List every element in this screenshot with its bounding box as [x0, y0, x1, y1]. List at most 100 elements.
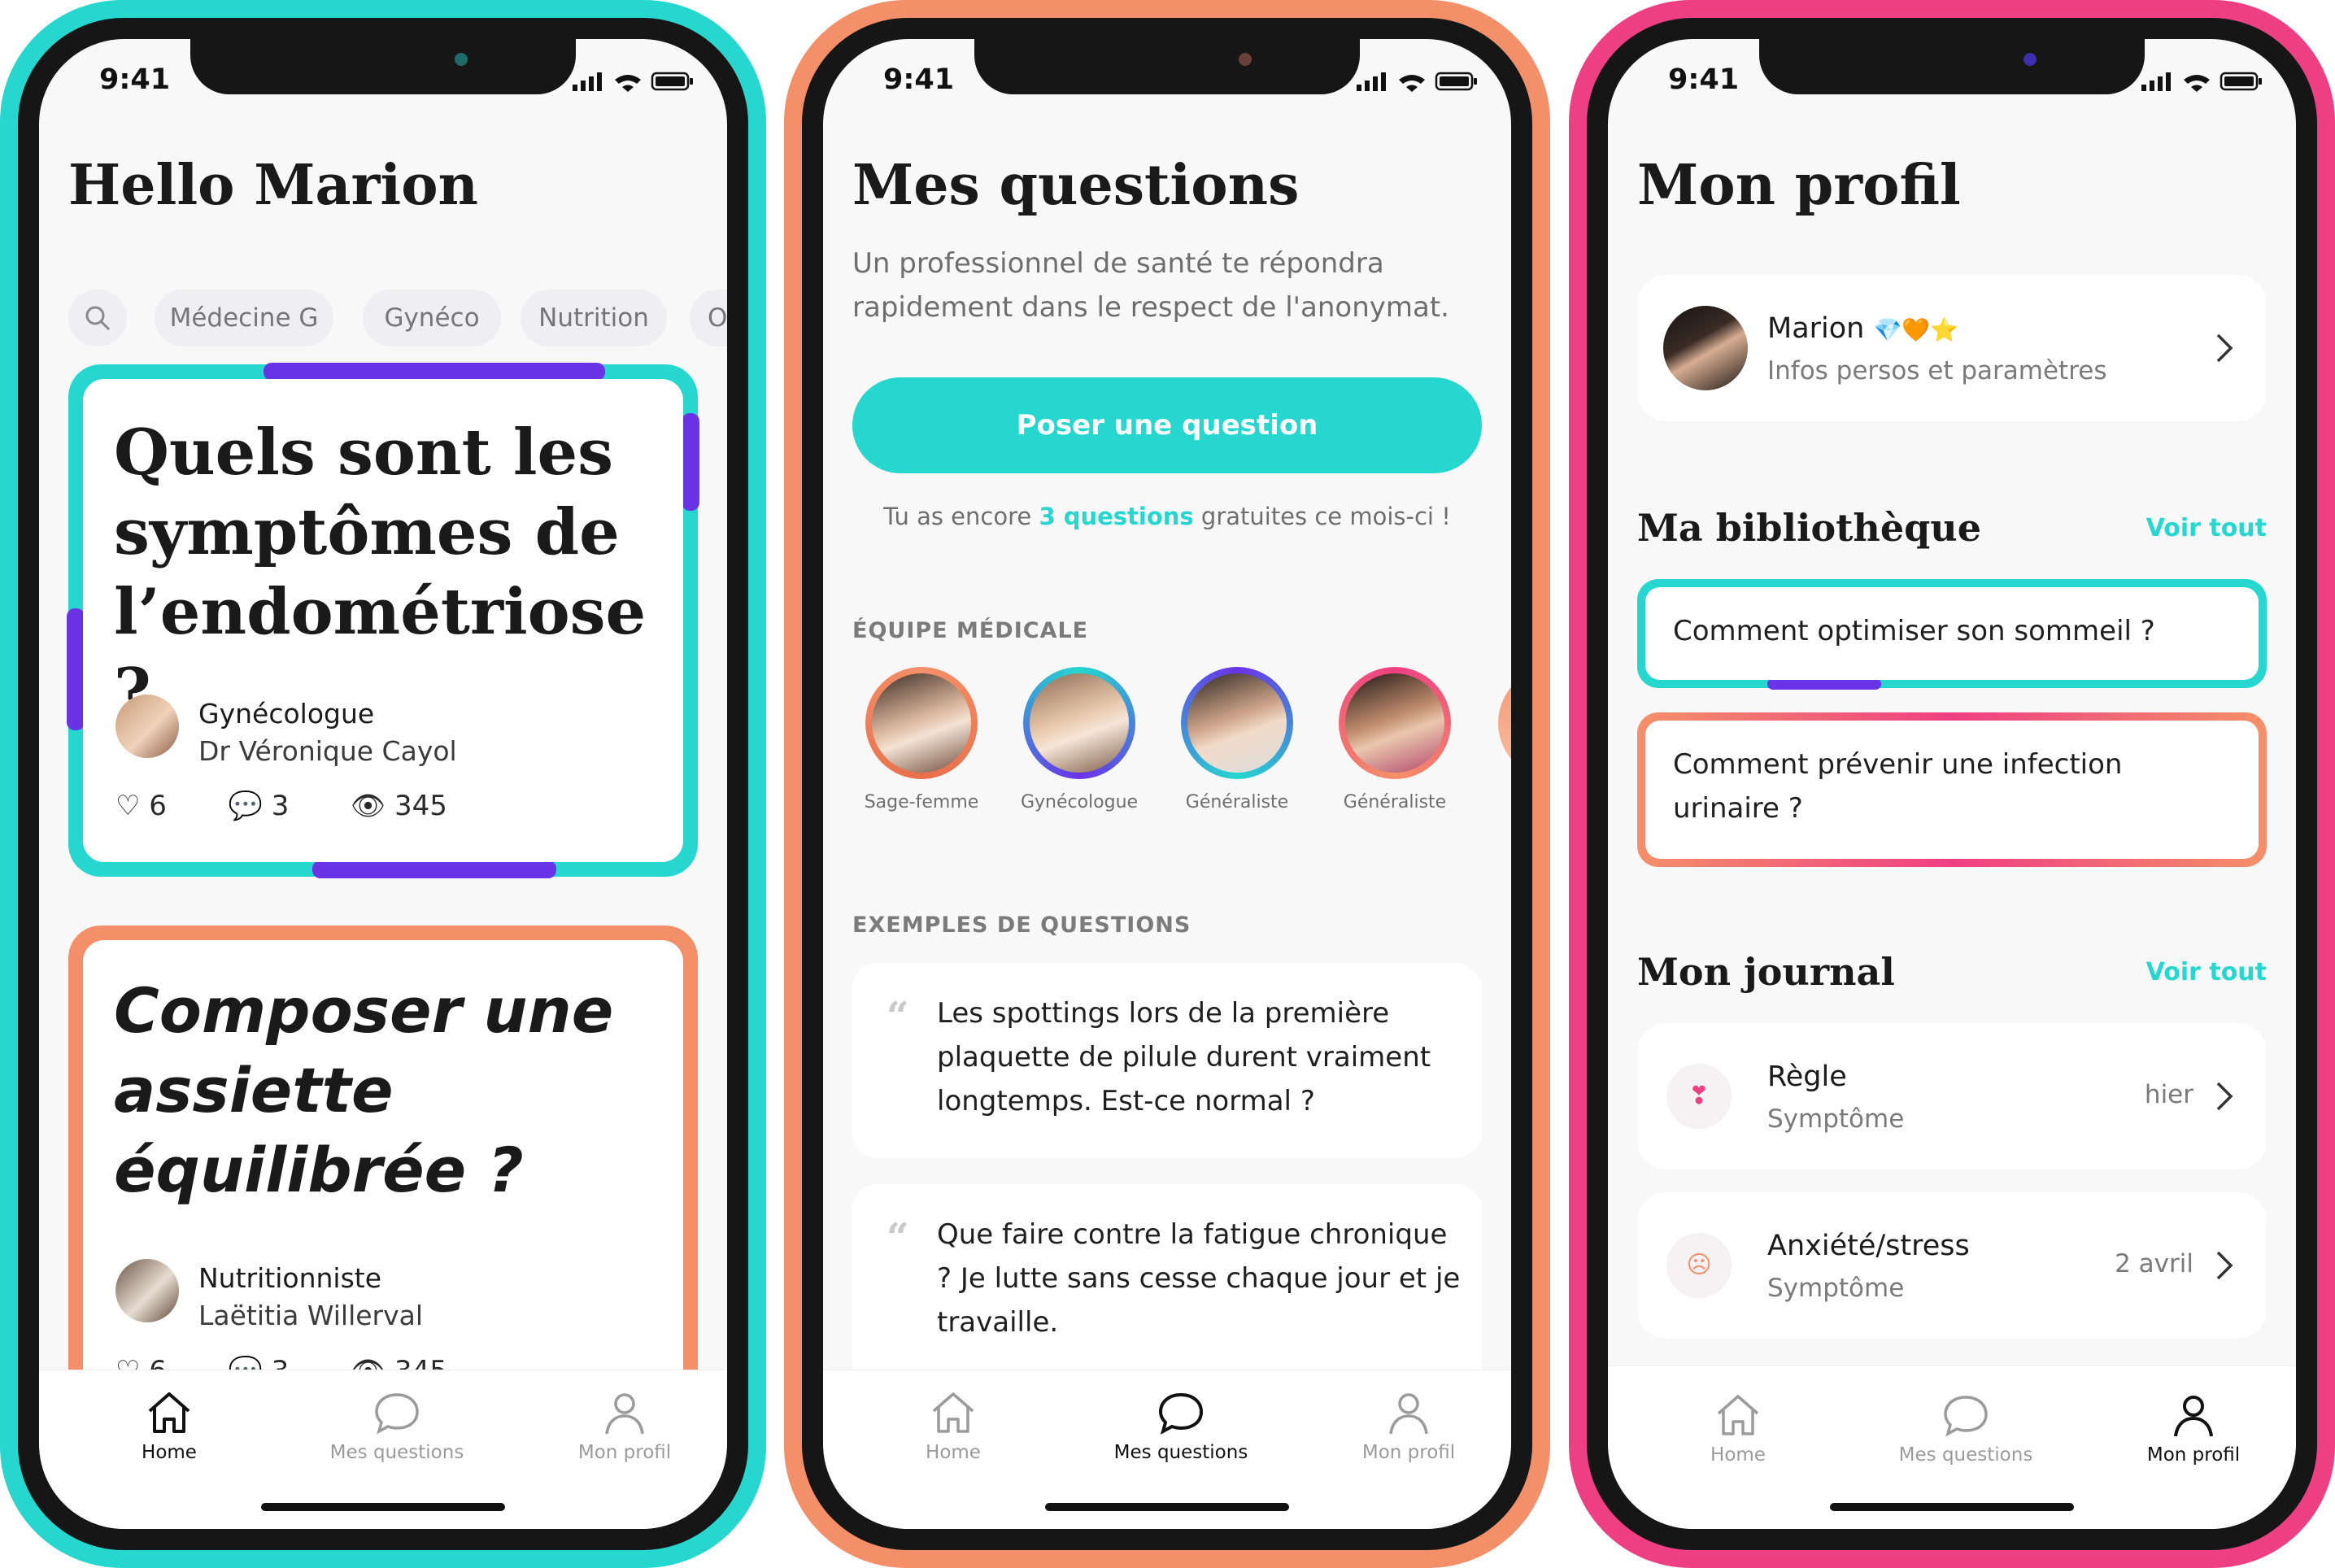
library-item-text: Comment prévenir une infection [1673, 748, 2123, 781]
chip-medecine[interactable]: Médecine G [155, 290, 333, 346]
library-item[interactable]: Comment prévenir une infection urinaire … [1637, 712, 2267, 867]
chevron-right-icon [2216, 1082, 2233, 1111]
journal-entry[interactable]: ☹ Anxiété/stress Symptôme 2 avril [1637, 1192, 2267, 1339]
profile-screen: 9:41 Mon profil Marion 💎🧡⭐ Infos persos … [1608, 39, 2296, 1529]
profile-subtitle: Infos persos et paramètres [1767, 356, 2107, 385]
bottom-nav: Home Mes questions Mon profil [39, 1370, 727, 1529]
comment-icon[interactable]: 💬 [229, 790, 263, 822]
card-title-line: Composer une [114, 974, 614, 1047]
team-member[interactable]: Généraliste [1176, 667, 1298, 812]
nav-questions[interactable]: Mes questions [1884, 1392, 2047, 1466]
example-question-card[interactable]: “ Les spottings lors de la première plaq… [852, 963, 1482, 1158]
chat-icon [1158, 1392, 1204, 1435]
team-role: Gynécologue [1020, 792, 1139, 812]
user-icon [1389, 1393, 1428, 1435]
page-title: Mes questions [852, 153, 1300, 218]
chip-gyneco[interactable]: Gynéco [363, 290, 501, 346]
chip-nutrition[interactable]: Nutrition [521, 290, 667, 346]
status-icons [573, 72, 693, 92]
team-role: Sage-femme [864, 792, 979, 812]
nav-profile[interactable]: Mon profil [1327, 1390, 1490, 1463]
search-chip[interactable] [68, 290, 127, 346]
team-avatar-partial[interactable] [1498, 667, 1511, 779]
journal-entry-title: Règle [1767, 1061, 1847, 1093]
nav-profile-label: Mon profil [2146, 1444, 2241, 1466]
example-text-line: ? Je lutte sans cesse chaque jour et je [937, 1262, 1461, 1295]
team-member[interactable]: Gynécologue [1018, 667, 1140, 812]
likes-count: 6 [149, 790, 167, 822]
team-header: ÉQUIPE MÉDICALE [852, 618, 1089, 643]
author-avatar [115, 1259, 179, 1322]
team-avatar [865, 667, 978, 779]
chat-icon [375, 1393, 419, 1435]
camera-icon [2024, 53, 2037, 66]
card-title-line: assiette [114, 1054, 394, 1126]
author-role: Nutritionniste [198, 1262, 382, 1294]
badges-icon: 💎🧡⭐ [1873, 316, 1959, 343]
stress-icon: ☹ [1666, 1233, 1732, 1298]
team-avatar [1023, 667, 1135, 779]
quote-icon: “ [887, 1215, 909, 1261]
status-icons [2141, 72, 2262, 92]
nav-questions[interactable]: Mes questions [316, 1390, 478, 1463]
card-accent [312, 860, 556, 878]
example-question-card[interactable]: “ Que faire contre la fatigue chronique … [852, 1184, 1482, 1396]
journal-title: Mon journal [1637, 950, 1895, 994]
user-icon [605, 1393, 644, 1435]
library-title: Ma bibliothèque [1637, 506, 1982, 550]
example-text-line: Que faire contre la fatigue chronique [937, 1218, 1448, 1251]
nav-profile[interactable]: Mon profil [2112, 1392, 2275, 1466]
article-card-endometriose[interactable]: Quels sont les symptômes de l’endométrio… [67, 363, 699, 878]
chevron-right-icon [2216, 1251, 2233, 1280]
heart-icon[interactable]: ♡ [115, 790, 140, 822]
nav-home[interactable]: Home [88, 1390, 250, 1463]
nav-questions-label: Mes questions [329, 1442, 464, 1463]
home-icon [932, 1392, 974, 1433]
journal-entry-date: 2 avril [2115, 1249, 2193, 1278]
status-time: 9:41 [99, 63, 171, 96]
nav-home[interactable]: Home [872, 1390, 1035, 1463]
library-see-all[interactable]: Voir tout [2146, 514, 2267, 542]
user-name: Marion [1767, 312, 1865, 345]
remaining-questions: Tu as encore 3 questions gratuites ce mo… [883, 503, 1451, 530]
home-indicator [1830, 1503, 2074, 1511]
nav-home[interactable]: Home [1657, 1392, 1819, 1466]
page-title: Hello Marion [68, 153, 478, 218]
team-member[interactable]: Sage-femme [860, 667, 982, 812]
author-name: Laëtitia Willerval [198, 1300, 424, 1331]
home-icon [1717, 1395, 1759, 1435]
nav-profile-label: Mon profil [577, 1442, 672, 1463]
bottom-nav: Home Mes questions Mon profil [1608, 1365, 2296, 1529]
bottom-nav: Home Mes questions Mon profil [823, 1370, 1511, 1529]
card-accent [264, 363, 605, 381]
questions-screen: 9:41 Mes questions Un professionnel de s… [823, 39, 1511, 1529]
period-icon: ❣ [1666, 1064, 1732, 1129]
status-icons [1357, 72, 1477, 92]
phone-profile: 9:41 Mon profil Marion 💎🧡⭐ Infos persos … [1569, 0, 2335, 1568]
library-item-text: Comment optimiser son sommeil ? [1673, 615, 2155, 647]
search-icon [85, 306, 111, 331]
team-avatar [1339, 667, 1451, 779]
quote-icon: “ [887, 994, 909, 1039]
status-time: 9:41 [883, 63, 955, 96]
nav-profile[interactable]: Mon profil [543, 1390, 706, 1463]
subtitle-line: rapidement dans le respect de l'anonymat… [852, 291, 1449, 324]
ask-question-button[interactable]: Poser une question [852, 377, 1482, 473]
team-member[interactable]: Généraliste [1334, 667, 1456, 812]
journal-entry-title: Anxiété/stress [1767, 1230, 1970, 1262]
phone-home: 9:41 Hello Marion Médecine G Gynéco Nutr… [0, 0, 766, 1568]
team-role: Généraliste [1185, 792, 1289, 812]
journal-entry[interactable]: ❣ Règle Symptôme hier [1637, 1023, 2267, 1169]
nav-questions-label: Mes questions [1898, 1444, 2033, 1466]
chip-more[interactable]: O [690, 290, 727, 346]
nav-questions[interactable]: Mes questions [1100, 1390, 1262, 1463]
nav-profile-label: Mon profil [1361, 1442, 1456, 1463]
user-icon [2174, 1396, 2213, 1437]
remaining-count: 3 questions [1039, 503, 1194, 530]
library-item[interactable]: Comment optimiser son sommeil ? [1637, 579, 2267, 690]
nav-home-label: Home [1710, 1444, 1766, 1466]
journal-see-all[interactable]: Voir tout [2146, 958, 2267, 987]
profile-card[interactable]: Marion 💎🧡⭐ Infos persos et paramètres [1637, 275, 2267, 421]
card-accent [1767, 678, 1881, 690]
nav-questions-label: Mes questions [1113, 1442, 1248, 1463]
